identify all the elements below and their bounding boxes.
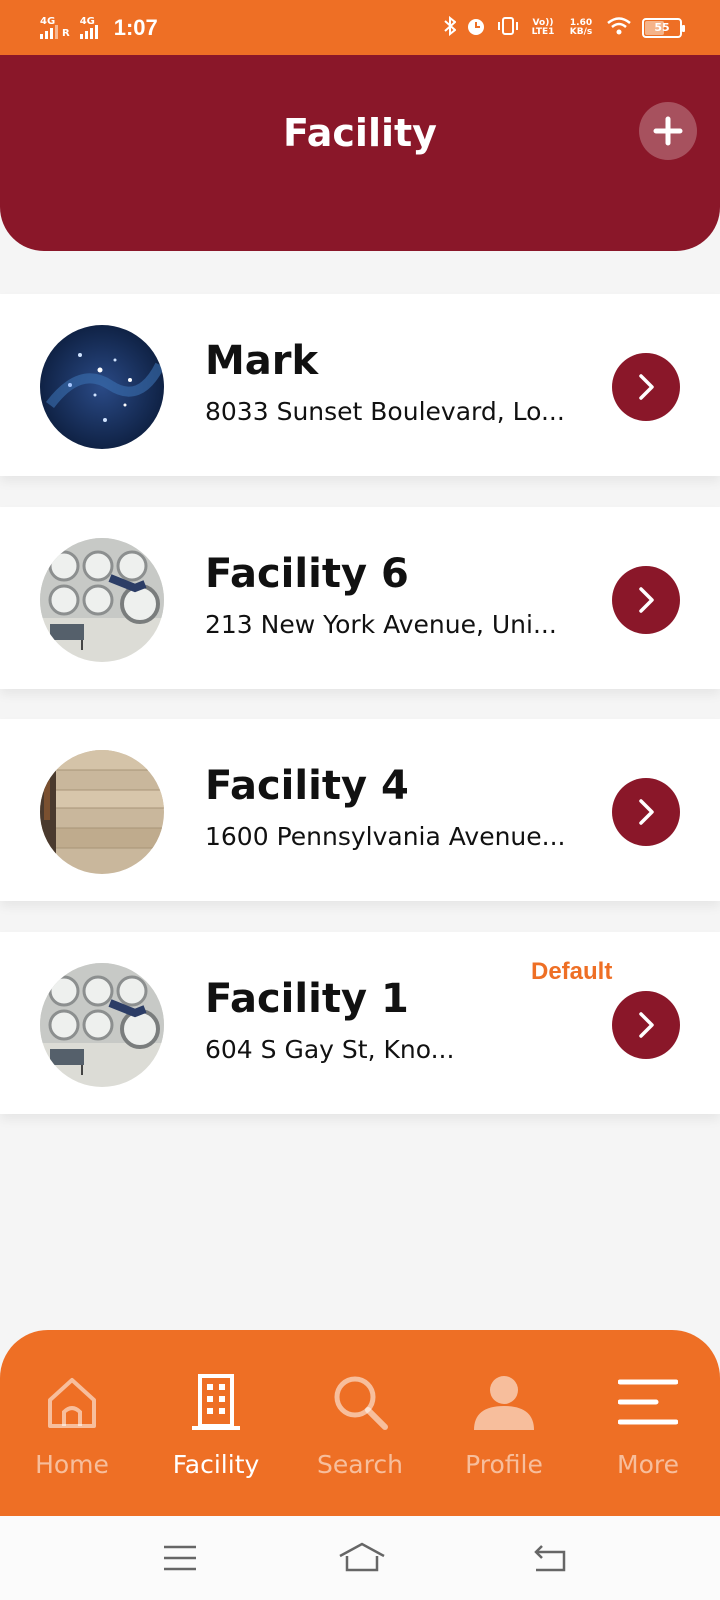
nav-label: Home: [35, 1450, 109, 1479]
chevron-right-icon: [639, 587, 654, 613]
default-badge: Default: [531, 958, 613, 985]
facility-card[interactable]: Facility 4 1600 Pennsylvania Avenue...: [0, 719, 720, 901]
system-navigation-bar: [0, 1516, 720, 1600]
facility-address: 8033 Sunset Boulevard, Lo...: [205, 397, 565, 426]
page-title: Facility: [283, 111, 437, 155]
nav-label: Search: [317, 1450, 403, 1479]
facility-card[interactable]: Mark 8033 Sunset Boulevard, Lo...: [0, 294, 720, 476]
open-facility-button[interactable]: [612, 353, 680, 421]
nav-home[interactable]: Home: [0, 1330, 144, 1516]
profile-icon: [474, 1376, 534, 1430]
status-bar: 4G R 4G 1:07 Vo)) LTE1 1.60 KB/s 55: [0, 0, 720, 55]
facility-name: Mark: [205, 338, 319, 384]
alarm-icon: [466, 16, 486, 40]
roaming-indicator: R: [62, 27, 70, 39]
signal-icon: 4G: [79, 15, 98, 39]
volte-indicator: Vo)) LTE1: [531, 17, 555, 37]
facility-name: Facility 1: [205, 976, 409, 1022]
nav-search[interactable]: Search: [288, 1330, 432, 1516]
nav-label: Profile: [465, 1450, 543, 1479]
network-speed: 1.60 KB/s: [569, 17, 593, 37]
back-icon[interactable]: [530, 1542, 570, 1574]
facility-image: [40, 538, 164, 662]
chevron-right-icon: [639, 374, 654, 400]
facility-image: [40, 963, 164, 1087]
facility-card[interactable]: Default Facility 1 604 S Gay St, Kno...: [0, 932, 720, 1114]
nav-facility[interactable]: Facility: [144, 1330, 288, 1516]
bottom-navigation: Home Facility Search Profile More: [0, 1330, 720, 1516]
nav-label: More: [617, 1450, 679, 1479]
network-type: 4G: [40, 15, 56, 27]
facility-address: 1600 Pennsylvania Avenue...: [205, 822, 566, 851]
open-facility-button[interactable]: [612, 566, 680, 634]
nav-profile[interactable]: Profile: [432, 1330, 576, 1516]
chevron-right-icon: [639, 1012, 654, 1038]
home-icon[interactable]: [338, 1542, 386, 1574]
nav-more[interactable]: More: [576, 1330, 720, 1516]
menu-icon: [618, 1379, 678, 1425]
facility-address: 604 S Gay St, Kno...: [205, 1035, 455, 1064]
vibrate-icon: [496, 16, 520, 40]
battery-icon: 55: [642, 17, 685, 38]
building-icon: [192, 1374, 240, 1430]
facility-card[interactable]: Facility 6 213 New York Avenue, Uni...: [0, 507, 720, 689]
home-icon: [48, 1378, 96, 1428]
facility-name: Facility 6: [205, 551, 409, 597]
facility-image: [40, 325, 164, 449]
battery-level: 55: [654, 21, 670, 34]
app-header: Facility: [0, 55, 720, 251]
add-facility-button[interactable]: [639, 102, 697, 160]
clock: 1:07: [113, 14, 158, 40]
open-facility-button[interactable]: [612, 991, 680, 1059]
search-icon: [334, 1376, 388, 1430]
chevron-right-icon: [639, 799, 654, 825]
bluetooth-icon: [444, 15, 457, 40]
open-facility-button[interactable]: [612, 778, 680, 846]
plus-icon: [653, 116, 683, 146]
facility-image: [40, 750, 164, 874]
network-type: 4G: [79, 15, 95, 27]
facility-name: Facility 4: [205, 763, 409, 809]
facility-address: 213 New York Avenue, Uni...: [205, 610, 557, 639]
wifi-icon: [606, 16, 632, 40]
menu-icon[interactable]: [160, 1542, 200, 1574]
nav-label: Facility: [172, 1450, 260, 1479]
signal-icon: 4G R: [40, 15, 70, 39]
